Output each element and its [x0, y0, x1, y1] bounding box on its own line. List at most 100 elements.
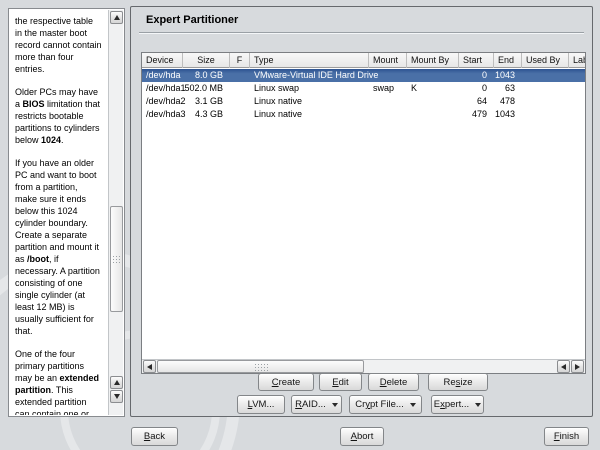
column-header-type[interactable]: Type [250, 53, 369, 68]
table-cell [369, 95, 407, 108]
column-header-label[interactable]: Label [569, 53, 585, 68]
expert-partitioner-panel: Expert Partitioner Device Size F Type Mount M… [130, 6, 593, 417]
help-paragraph: Older PCs may have a BIOS limitation tha… [15, 87, 101, 145]
page-title: Expert Partitioner [146, 14, 239, 26]
table-cell: 1043 [494, 109, 515, 119]
scroll-left-button[interactable] [557, 360, 570, 373]
table-cell: 63 [504, 83, 515, 93]
crypt-file-button[interactable]: Crypt File... [349, 395, 422, 414]
delete-button[interactable]: Delete [368, 373, 419, 391]
partition-table: Device Size F Type Mount Mount By Start End Used… [141, 52, 586, 374]
table-cell [230, 108, 250, 121]
yast-installer-window: the respective table in the master boot … [0, 0, 600, 450]
help-vertical-scrollbar[interactable] [108, 10, 123, 415]
scroll-right-button[interactable] [571, 360, 584, 373]
partition-table-body: /dev/hda 8.0 GB VMware-Virtual IDE Hard Dr… [142, 69, 585, 121]
table-cell: 502.0 MB [184, 83, 223, 93]
arrow-up-icon [113, 15, 120, 20]
abort-button[interactable]: Abort [340, 427, 384, 446]
table-cell [569, 82, 585, 95]
column-header-end[interactable]: End [494, 53, 522, 68]
scroll-up-button[interactable] [110, 376, 123, 389]
table-cell: 0 [481, 70, 487, 80]
table-row[interactable]: /dev/hda 8.0 GB VMware-Virtual IDE Hard Dr… [142, 69, 585, 82]
button-label: Abort [350, 431, 374, 442]
column-header-mount[interactable]: Mount [369, 53, 407, 68]
title-separator [139, 32, 584, 34]
table-cell: /dev/hda1 [146, 83, 186, 93]
resize-button[interactable]: Resize [428, 373, 488, 391]
table-cell [407, 95, 459, 108]
column-header-used-by[interactable]: Used By [522, 53, 569, 68]
table-cell: Linux native [254, 109, 303, 119]
arrow-left-icon [561, 363, 566, 370]
finish-button[interactable]: Finish [544, 427, 589, 446]
column-header-size[interactable]: Size [183, 53, 230, 68]
scroll-up-button[interactable] [110, 11, 123, 24]
table-cell: /dev/hda [146, 70, 181, 80]
help-paragraph: If you have an older PC and want to boot… [15, 158, 100, 336]
table-cell [569, 108, 585, 121]
table-cell [522, 82, 569, 95]
help-text: the respective table in the master boot … [10, 10, 104, 415]
scroll-left-button[interactable] [143, 360, 156, 373]
help-paragraph: One of the four primary partitions may b… [15, 349, 100, 415]
table-cell: 0 [481, 83, 487, 93]
table-cell: 478 [499, 96, 515, 106]
table-cell: Linux native [254, 96, 303, 106]
table-horizontal-scrollbar[interactable] [142, 359, 585, 373]
table-cell: 8.0 GB [194, 70, 223, 80]
table-cell [369, 108, 407, 121]
table-cell: 3.1 GB [194, 96, 223, 106]
table-cell: 4.3 GB [194, 109, 223, 119]
dropdown-arrow-icon [409, 402, 416, 407]
arrow-left-icon [147, 363, 152, 370]
thumb-grip-icon [112, 254, 121, 264]
table-cell [230, 82, 250, 95]
scrollbar-thumb[interactable] [110, 206, 123, 312]
dropdown-arrow-icon [475, 402, 482, 407]
table-cell: swap [373, 83, 395, 93]
button-label: Delete [379, 376, 408, 388]
table-row[interactable]: /dev/hda1 502.0 MB Linux swap swap K 0 63 [142, 82, 585, 95]
button-label: Finish [553, 431, 580, 442]
button-label: RAID... [295, 399, 326, 410]
table-cell [407, 108, 459, 121]
button-label: Resize [443, 376, 473, 388]
scrollbar-thumb[interactable] [157, 360, 364, 373]
table-cell [369, 69, 407, 82]
scroll-down-button[interactable] [110, 390, 123, 403]
table-cell: 64 [476, 96, 487, 106]
table-cell [569, 69, 585, 82]
table-cell [522, 95, 569, 108]
lvm-button[interactable]: LVM... [237, 395, 285, 414]
table-cell: 1043 [494, 70, 515, 80]
column-header-start[interactable]: Start [459, 53, 494, 68]
help-paragraph: the respective table in the master boot … [15, 16, 102, 74]
arrow-down-icon [113, 394, 120, 399]
table-cell: 479 [471, 109, 487, 119]
edit-button[interactable]: Edit [319, 373, 362, 391]
table-cell [522, 69, 569, 82]
table-cell [230, 95, 250, 108]
table-cell [569, 95, 585, 108]
arrow-up-icon [113, 380, 120, 385]
thumb-grip-icon [253, 362, 268, 371]
button-label: Back [143, 431, 166, 442]
table-cell: Linux swap [254, 83, 300, 93]
table-row[interactable]: /dev/hda2 3.1 GB Linux native 64 478 [142, 95, 585, 108]
table-cell: K [411, 83, 418, 93]
column-header-f[interactable]: F [230, 53, 250, 68]
column-header-device[interactable]: Device [142, 53, 183, 68]
expert-button[interactable]: Expert... [431, 395, 484, 414]
dropdown-arrow-icon [331, 402, 338, 407]
table-cell [407, 69, 459, 82]
table-row[interactable]: /dev/hda3 4.3 GB Linux native 479 1043 [142, 108, 585, 121]
help-panel: the respective table in the master boot … [8, 8, 125, 417]
raid-button[interactable]: RAID... [291, 395, 342, 414]
create-button[interactable]: Create [258, 373, 314, 391]
column-header-mount-by[interactable]: Mount By [407, 53, 459, 68]
button-label: Crypt File... [355, 399, 404, 410]
back-button[interactable]: Back [131, 427, 178, 446]
button-label: Create [271, 376, 301, 388]
